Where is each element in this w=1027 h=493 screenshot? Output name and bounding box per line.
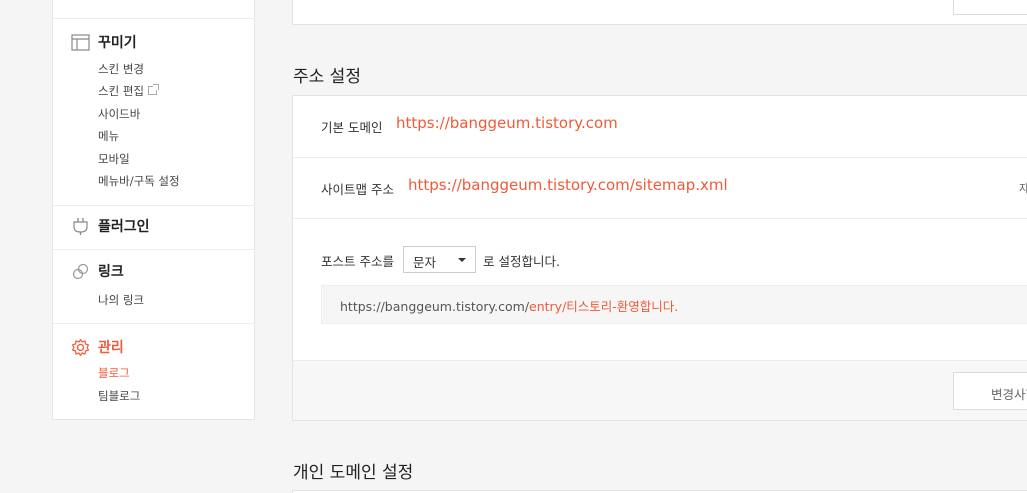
divider: [53, 323, 254, 324]
post-url-type-select[interactable]: 문자: [403, 246, 476, 273]
default-domain-link[interactable]: https://banggeum.tistory.com: [396, 114, 618, 132]
sidebar-group-link[interactable]: 링크: [71, 261, 124, 281]
post-url-suffix: 로 설정합니다.: [483, 254, 560, 269]
previous-section-card: [292, 0, 1027, 25]
plug-icon: [71, 217, 90, 236]
section-title-address: 주소 설정: [293, 67, 361, 87]
caret-down-icon: [458, 258, 466, 262]
sidebar-group-title: 관리: [98, 340, 124, 356]
sidebar-group-plugin[interactable]: 플러그인: [71, 216, 150, 236]
previous-section-button[interactable]: [953, 0, 1027, 15]
sidebar-item-sidebar[interactable]: 사이드바: [98, 106, 140, 122]
sidebar-group-decorate[interactable]: 꾸미기: [71, 32, 137, 52]
post-url-preview: https://banggeum.tistory.com/entry/티스토리-…: [321, 285, 1027, 324]
sitemap-action-text[interactable]: 자: [1019, 180, 1027, 196]
sidebar-group-manage[interactable]: 관리: [71, 337, 124, 357]
gear-icon: [71, 338, 90, 357]
sidebar-item-label: 스킨 편집: [98, 84, 144, 98]
address-settings-card: 기본 도메인 https://banggeum.tistory.com 사이트맵…: [292, 95, 1027, 421]
divider: [293, 157, 1027, 158]
sidebar-item-my-link[interactable]: 나의 링크: [98, 292, 144, 308]
sidebar-item-menubar-subscribe[interactable]: 메뉴바/구독 설정: [98, 173, 180, 189]
sidebar-item-menu[interactable]: 메뉴: [98, 128, 119, 144]
default-domain-label: 기본 도메인: [321, 120, 383, 135]
layout-icon: [71, 33, 90, 52]
sidebar-item-mobile[interactable]: 모바일: [98, 151, 130, 167]
divider: [53, 18, 254, 19]
preview-base-url: https://banggeum.tistory.com/: [340, 299, 530, 314]
save-changes-button[interactable]: 변경사항 저장: [953, 372, 1027, 410]
link-icon: [71, 262, 90, 281]
divider: [53, 249, 254, 250]
section-title-custom-domain: 개인 도메인 설정: [293, 463, 414, 483]
post-url-label: 포스트 주소를: [321, 254, 394, 269]
divider: [293, 218, 1027, 219]
external-link-icon: [147, 84, 159, 95]
sidebar-item-skin-change[interactable]: 스킨 변경: [98, 61, 144, 77]
sidebar-item-blog[interactable]: 블로그: [98, 365, 130, 381]
sitemap-label: 사이트맵 주소: [321, 182, 394, 197]
sidebar-item-skin-edit[interactable]: 스킨 편집: [98, 83, 159, 99]
preview-path: entry/티스토리-환영합니다.: [529, 299, 679, 314]
sidebar-group-title: 링크: [98, 264, 124, 280]
divider: [53, 205, 254, 206]
sidebar: 꾸미기 스킨 변경 스킨 편집 사이드바 메뉴 모바일 메뉴바/구독 설정 플러…: [52, 0, 255, 420]
card-footer: 변경사항 저장: [293, 360, 1027, 420]
sidebar-item-team-blog[interactable]: 팀블로그: [98, 388, 140, 404]
select-value: 문자: [413, 255, 437, 270]
sidebar-group-title: 꾸미기: [98, 35, 137, 51]
sitemap-link[interactable]: https://banggeum.tistory.com/sitemap.xml: [408, 176, 728, 194]
sidebar-group-title: 플러그인: [98, 219, 150, 235]
